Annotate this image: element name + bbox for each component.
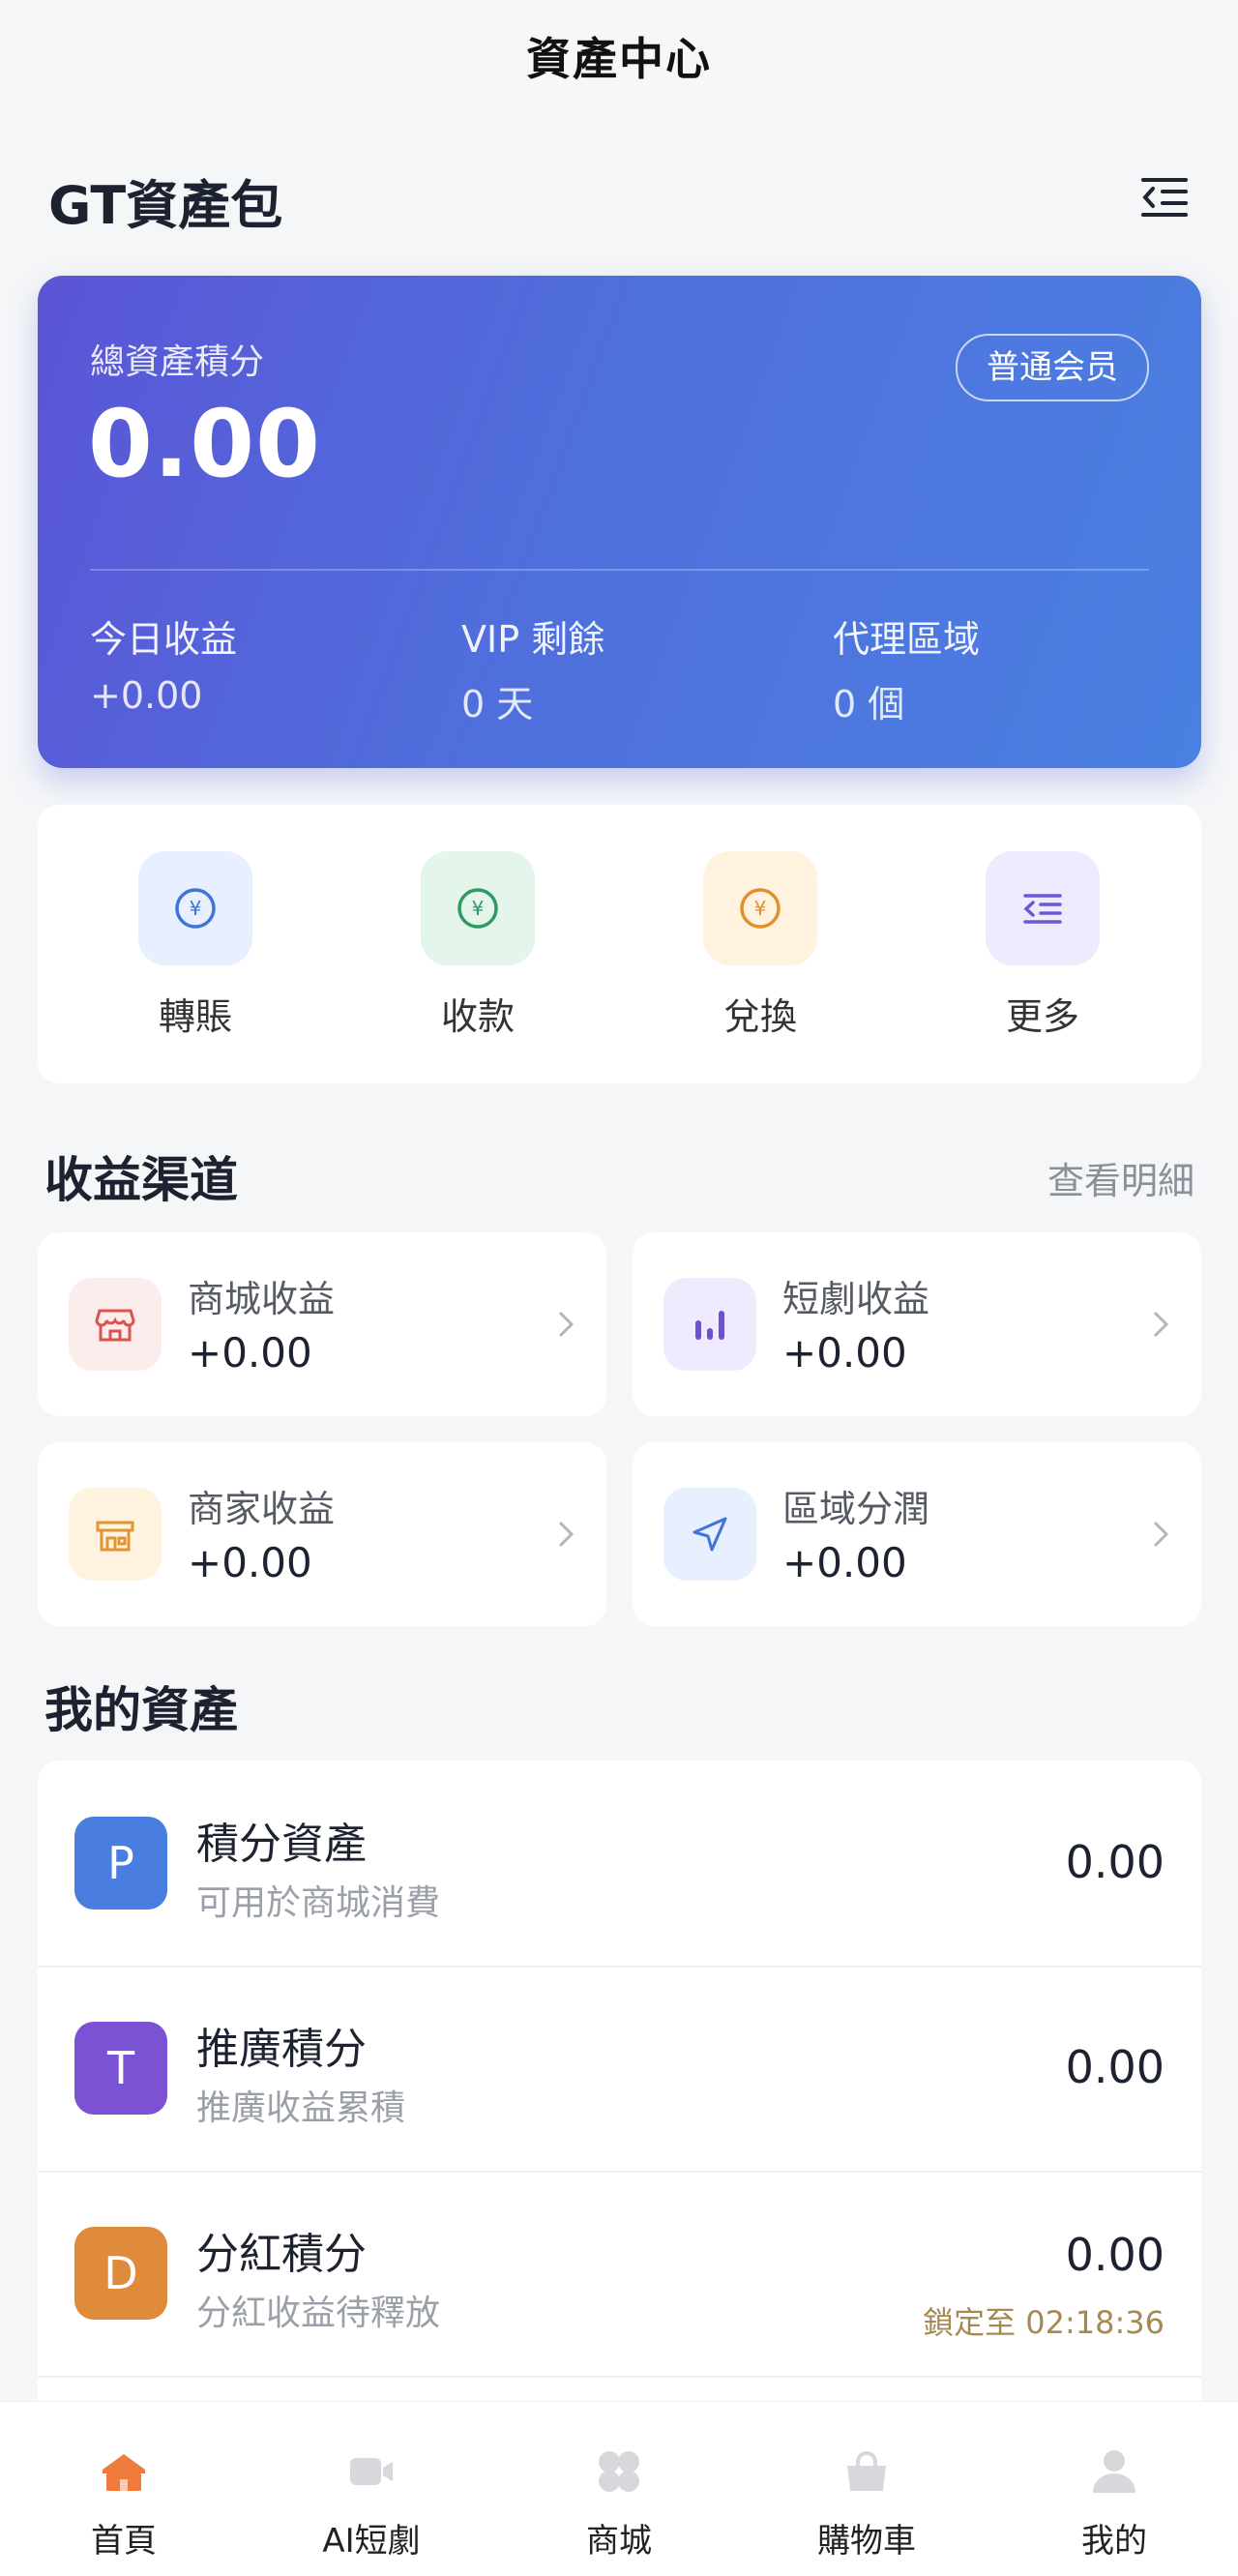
asset-value: 0.00: [1065, 2229, 1164, 2281]
page-title: GT資產包: [48, 175, 283, 236]
action-exchange[interactable]: ¥ 兌換: [663, 851, 857, 1040]
card-divider: [90, 569, 1149, 571]
channel-value: +0.00: [188, 1539, 312, 1586]
navigation-icon: [693, 1517, 727, 1552]
assets-title: 我的資產: [44, 1682, 238, 1738]
action-label: 轉賬: [158, 995, 232, 1038]
tab-mall[interactable]: 商城: [522, 2446, 716, 2561]
channel-region[interactable]: 區域分潤 +0.00: [633, 1442, 1201, 1626]
asset-summary-card: 總資產積分 0.00 普通会员 今日收益 +0.00 VIP 剩餘 0 天 代理…: [38, 276, 1201, 768]
shop-icon: [96, 1521, 134, 1552]
stat-agent-regions: 代理區域 0 個: [833, 609, 980, 727]
yen-coin-icon: ¥: [740, 888, 781, 929]
channel-value: +0.00: [188, 1329, 312, 1377]
top-bar: 資產中心: [0, 0, 1238, 111]
tab-home[interactable]: 首頁: [27, 2446, 221, 2561]
total-assets-label: 總資產積分: [90, 342, 265, 382]
stat-vip-remaining: VIP 剩餘 0 天: [461, 609, 604, 727]
chevron-right-icon: [1153, 1521, 1169, 1548]
tab-ai-drama[interactable]: AI短劇: [275, 2446, 468, 2561]
channel-label: 商城收益: [188, 1278, 336, 1320]
tab-label: 我的: [1081, 2522, 1147, 2561]
channel-icon-box: [69, 1488, 162, 1581]
membership-badge[interactable]: 普通会员: [956, 334, 1149, 401]
tab-label: AI短劇: [322, 2522, 421, 2561]
asset-value: 0.00: [1065, 1836, 1164, 1888]
chevron-right-icon: [558, 1311, 575, 1338]
bar-chart-icon: [695, 1311, 724, 1340]
asset-name: 分紅積分: [196, 2230, 367, 2279]
channel-label: 商家收益: [188, 1488, 336, 1530]
asset-name: 推廣積分: [196, 2025, 367, 2074]
action-transfer[interactable]: ¥ 轉賬: [99, 851, 292, 1040]
view-details-link[interactable]: 查看明細: [1047, 1151, 1194, 1204]
stat-value: 0 個: [833, 683, 905, 725]
assets-list: P 積分資產 可用於商城消費 0.00 T 推廣積分 推廣收益累積 0.00 D…: [38, 1761, 1201, 2418]
svg-text:¥: ¥: [472, 897, 485, 920]
user-icon: [1089, 2446, 1139, 2497]
asset-avatar: T: [74, 2022, 167, 2115]
stat-value: +0.00: [90, 674, 203, 717]
asset-value: 0.00: [1065, 2041, 1164, 2093]
stat-label: 今日收益: [90, 618, 238, 661]
action-icon-box: ¥: [703, 851, 817, 965]
action-icon-box: ¥: [138, 851, 252, 965]
channels-title: 收益渠道: [44, 1152, 238, 1208]
bottom-tab-bar: 首頁 AI短劇 商城 購物車 我的: [0, 2401, 1238, 2576]
tab-label: 商城: [586, 2522, 652, 2561]
asset-lock-countdown: 鎖定至 02:18:36: [923, 2304, 1164, 2341]
channel-value: +0.00: [782, 1539, 907, 1586]
stat-label: VIP 剩餘: [461, 618, 605, 661]
asset-avatar: D: [74, 2227, 167, 2320]
asset-row-points[interactable]: P 積分資產 可用於商城消費 0.00: [38, 1761, 1201, 1968]
list-indent-icon[interactable]: [1139, 172, 1190, 222]
quick-actions: ¥ 轉賬 ¥ 收款 ¥ 兌換 更多: [38, 805, 1201, 1083]
tab-cart[interactable]: 購物車: [770, 2446, 963, 2561]
home-icon: [99, 2446, 149, 2497]
chevron-right-icon: [558, 1521, 575, 1548]
action-label: 收款: [440, 995, 515, 1038]
asset-description: 可用於商城消費: [196, 1883, 441, 1923]
channel-icon-box: [663, 1488, 756, 1581]
action-more[interactable]: 更多: [946, 851, 1139, 1040]
yen-coin-icon: ¥: [457, 888, 498, 929]
svg-text:¥: ¥: [190, 897, 202, 920]
yen-coin-icon: ¥: [175, 888, 216, 929]
stat-today-earnings: 今日收益 +0.00: [90, 609, 237, 717]
screen-title: 資產中心: [526, 32, 712, 85]
stat-value: 0 天: [461, 683, 534, 725]
channel-value: +0.00: [782, 1329, 907, 1377]
channel-icon-box: [69, 1278, 162, 1371]
action-icon-box: [986, 851, 1100, 965]
tab-label: 購物車: [817, 2522, 916, 2561]
channel-icon-box: [663, 1278, 756, 1371]
store-icon: [95, 1309, 135, 1342]
asset-avatar: P: [74, 1817, 167, 1910]
channel-merchant[interactable]: 商家收益 +0.00: [38, 1442, 606, 1626]
chevron-right-icon: [1153, 1311, 1169, 1338]
tab-label: 首頁: [91, 2522, 157, 2561]
asset-row-dividend[interactable]: D 分紅積分 分紅收益待釋放 0.00 鎖定至 02:18:36: [38, 2171, 1201, 2378]
asset-name: 積分資產: [196, 1820, 367, 1869]
total-assets-value: 0.00: [88, 390, 321, 498]
asset-description: 分紅收益待釋放: [196, 2294, 441, 2333]
action-label: 兌換: [722, 995, 797, 1038]
channel-label: 區域分潤: [782, 1488, 930, 1530]
grid-icon: [594, 2446, 644, 2497]
svg-text:¥: ¥: [754, 897, 767, 920]
action-receive[interactable]: ¥ 收款: [381, 851, 575, 1040]
action-label: 更多: [1005, 995, 1079, 1038]
stat-label: 代理區域: [833, 618, 981, 661]
asset-description: 推廣收益累積: [196, 2088, 406, 2128]
channel-label: 短劇收益: [782, 1278, 930, 1320]
tab-profile[interactable]: 我的: [1017, 2446, 1211, 2561]
page-header: GT資產包: [0, 145, 1238, 252]
bag-icon: [841, 2446, 892, 2497]
channel-short-drama[interactable]: 短劇收益 +0.00: [633, 1232, 1201, 1416]
action-icon-box: ¥: [421, 851, 535, 965]
asset-row-promotion[interactable]: T 推廣積分 推廣收益累積 0.00: [38, 1966, 1201, 2173]
channel-mall[interactable]: 商城收益 +0.00: [38, 1232, 606, 1416]
list-indent-icon: [1023, 894, 1062, 924]
video-icon: [346, 2446, 397, 2497]
